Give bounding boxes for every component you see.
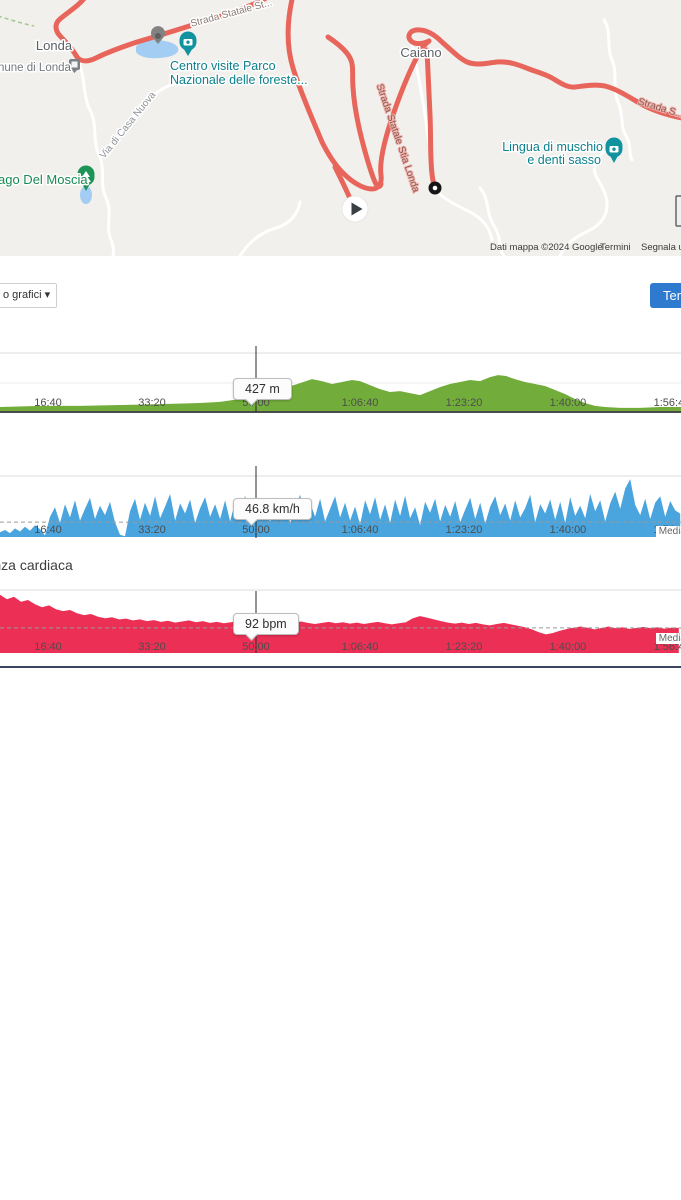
speed-area-series (0, 479, 680, 537)
elevation-tooltip: 427 m (233, 378, 292, 400)
heart-rate-section-title: Frequenza cardiaca (0, 557, 73, 573)
locality-label-londa: Londa (36, 38, 73, 53)
poi-label-centro-visite-line1: Centro visite Parco (170, 59, 276, 73)
poi-label-centro-visite-line2: Nazionale delle foreste... (170, 73, 308, 87)
area-label-comune-di-londa: nune di Londa (0, 62, 72, 74)
heart-rate-average-label: Media (656, 633, 681, 644)
charts-dropdown-label: o grafici ▾ (3, 288, 50, 301)
speed-average-label: Media (656, 526, 681, 537)
map-copyright: Dati mappa ©2024 Google (490, 242, 603, 253)
elevation-area-series (0, 375, 681, 411)
activity-analysis-page: Londa Caiano nune di Londa Centro visite… (0, 0, 681, 1200)
poi-label-del-moscia: ago Del Moscia (0, 172, 88, 187)
map-attribution: Dati mappa ©2024 Google Termini Segnala … (0, 242, 681, 254)
route-map[interactable]: Londa Caiano nune di Londa Centro visite… (0, 0, 681, 256)
speed-tooltip: 46.8 km/h (233, 498, 312, 520)
locality-label-caiano: Caiano (400, 45, 441, 60)
speed-chart[interactable] (0, 466, 681, 538)
heart-rate-chart[interactable] (0, 589, 681, 654)
charts-dropdown-button[interactable]: o grafici ▾ (0, 283, 57, 308)
heart-rate-tooltip: 92 bpm (233, 613, 299, 635)
section-divider (0, 666, 681, 668)
terms-link[interactable]: Termini (600, 242, 631, 253)
poi-label-lingua-line1: Lingua di muschio (502, 140, 603, 154)
play-button[interactable] (342, 196, 368, 222)
route-end-marker (429, 182, 442, 195)
elevation-chart[interactable] (0, 346, 681, 414)
hr-area-series (0, 595, 679, 653)
time-toggle-button[interactable]: Tempo (650, 283, 681, 308)
time-toggle-label: Tempo (650, 283, 681, 308)
map-land (0, 0, 681, 256)
poi-label-lingua-line2: e denti sasso (527, 153, 601, 167)
report-error-link[interactable]: Segnala un (641, 242, 681, 253)
